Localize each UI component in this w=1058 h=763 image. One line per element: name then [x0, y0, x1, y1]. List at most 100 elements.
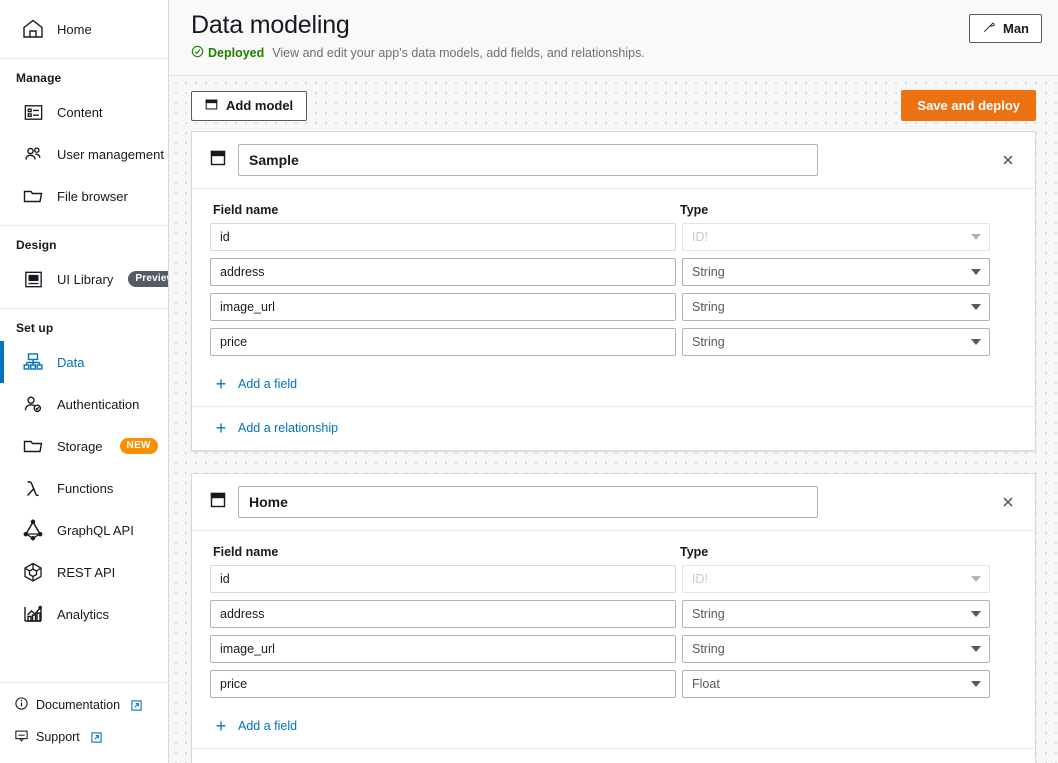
- model-card: Field name Type ID!: [191, 473, 1036, 763]
- field-type-select-wrap: String: [682, 293, 990, 321]
- field-name-input[interactable]: [210, 670, 676, 698]
- model-name-input[interactable]: [238, 144, 818, 176]
- sidebar-section-manage: Manage Content User management File brow…: [0, 59, 168, 226]
- add-field-label: Add a field: [238, 719, 298, 733]
- monitor-icon: [20, 266, 46, 292]
- canvas-toolbar: Add model Save and deploy: [169, 76, 1058, 131]
- sidebar-nav: Home Manage Content User management File…: [0, 0, 168, 682]
- field-type-select: ID!: [682, 223, 990, 251]
- model-icon: [210, 150, 226, 171]
- sidebar-item-user-management[interactable]: User management: [0, 133, 168, 175]
- close-model-button[interactable]: [995, 489, 1021, 515]
- field-type-select-wrap: String: [682, 258, 990, 286]
- sidebar-section-title: Design: [16, 238, 57, 252]
- sidebar-item-label: Home: [57, 21, 92, 37]
- content-icon: [20, 99, 46, 125]
- sidebar-item-label: GraphQL API: [57, 522, 134, 538]
- sidebar-item-label: REST API: [57, 564, 116, 580]
- sidebar-item-content[interactable]: Content: [0, 91, 168, 133]
- sidebar-item-rest-api[interactable]: REST API: [0, 551, 168, 593]
- sidebar-item-label: User management: [57, 146, 164, 162]
- manage-button-label: Man: [1003, 21, 1029, 36]
- sidebar-item-storage[interactable]: Storage NEW: [0, 425, 168, 467]
- field-type-select[interactable]: String: [682, 328, 990, 356]
- fields-header-row: Field name Type: [210, 545, 1017, 559]
- sidebar-item-authentication[interactable]: Authentication: [0, 383, 168, 425]
- field-name-column-header: Field name: [213, 203, 279, 217]
- field-name-input[interactable]: [210, 293, 676, 321]
- fields-header-row: Field name Type: [210, 203, 1017, 217]
- auth-icon: [20, 391, 46, 417]
- data-icon: [20, 349, 46, 375]
- sidebar-item-ui-library[interactable]: UI Library Preview: [0, 258, 168, 300]
- sidebar-item-file-browser[interactable]: File browser: [0, 175, 168, 217]
- field-name-input[interactable]: [210, 223, 676, 251]
- field-type-select-wrap: String: [682, 635, 990, 663]
- field-row: String: [210, 258, 1017, 286]
- model-icon: [205, 98, 218, 114]
- sidebar-item-label: UI Library: [57, 271, 114, 287]
- model-icon: [210, 492, 226, 513]
- page-header: Data modeling Deployed View and edit you…: [169, 0, 1058, 76]
- add-field-button[interactable]: + Add a field: [210, 705, 1017, 748]
- field-name-input[interactable]: [210, 258, 676, 286]
- model-name-input[interactable]: [238, 486, 818, 518]
- model-canvas[interactable]: Add model Save and deploy Sample Field n…: [169, 76, 1058, 763]
- field-name-input[interactable]: [210, 565, 676, 593]
- sidebar-section-design: Design UI Library Preview: [0, 226, 168, 309]
- add-relationship-button[interactable]: + Add a relationship: [210, 749, 1017, 763]
- sidebar-item-label: Functions: [57, 480, 114, 496]
- sidebar: Home Manage Content User management File…: [0, 0, 169, 763]
- sidebar-item-analytics[interactable]: Analytics: [0, 593, 168, 635]
- field-type-select[interactable]: String: [682, 258, 990, 286]
- sidebar-item-documentation[interactable]: Documentation: [0, 689, 168, 721]
- sidebar-item-functions[interactable]: Functions: [0, 467, 168, 509]
- external-link-icon: [90, 731, 103, 744]
- field-row: String: [210, 600, 1017, 628]
- status-badge: Deployed: [191, 45, 264, 61]
- field-type-select-wrap: ID!: [682, 565, 990, 593]
- type-column-header: Type: [680, 545, 709, 559]
- fields-area: Field name Type ID!: [192, 531, 1035, 763]
- sidebar-item-label: Storage: [57, 438, 103, 454]
- field-name-input[interactable]: [210, 600, 676, 628]
- field-type-select: ID!: [682, 565, 990, 593]
- users-icon: [20, 141, 46, 167]
- field-name-input[interactable]: [210, 328, 676, 356]
- field-type-select[interactable]: String: [682, 600, 990, 628]
- sidebar-section-setup: Set up Data Authentication Storage NEW F…: [0, 309, 168, 643]
- field-type-select-wrap: String: [682, 328, 990, 356]
- add-relationship-button[interactable]: + Add a relationship: [210, 407, 1017, 450]
- field-type-select[interactable]: Float: [682, 670, 990, 698]
- chat-icon: [14, 728, 29, 746]
- field-type-select[interactable]: String: [682, 293, 990, 321]
- graphql-icon: [20, 517, 46, 543]
- sidebar-item-support[interactable]: Support: [0, 721, 168, 753]
- field-row: String: [210, 328, 1017, 356]
- page-header-text: Data modeling Deployed View and edit you…: [191, 10, 645, 61]
- sidebar-item-home[interactable]: Home: [0, 8, 168, 50]
- add-field-label: Add a field: [238, 377, 298, 391]
- amplify-console: Home Manage Content User management File…: [0, 0, 1058, 763]
- save-and-deploy-button[interactable]: Save and deploy: [901, 90, 1036, 121]
- field-row: String: [210, 293, 1017, 321]
- add-relationship-label: Add a relationship: [238, 421, 339, 435]
- add-field-button[interactable]: + Add a field: [210, 363, 1017, 406]
- manage-button[interactable]: Man: [969, 14, 1042, 43]
- field-row: ID!: [210, 223, 1017, 251]
- sidebar-item-graphql-api[interactable]: GraphQL API: [0, 509, 168, 551]
- field-type-select[interactable]: String: [682, 635, 990, 663]
- sidebar-item-label: Analytics: [57, 606, 110, 622]
- field-row: Float: [210, 670, 1017, 698]
- sidebar-item-label: Data: [57, 354, 85, 370]
- type-column-header: Type: [680, 203, 709, 217]
- add-model-button[interactable]: Add model: [191, 90, 308, 121]
- sidebar-item-label: Content: [57, 104, 103, 120]
- check-circle-icon: [191, 45, 204, 61]
- close-model-button[interactable]: [995, 147, 1021, 173]
- main-content: Data modeling Deployed View and edit you…: [169, 0, 1058, 763]
- field-name-input[interactable]: [210, 635, 676, 663]
- sidebar-item-data[interactable]: Data: [0, 341, 168, 383]
- field-name-column-header: Field name: [213, 545, 279, 559]
- model-card: Field name Type ID!: [191, 131, 1036, 451]
